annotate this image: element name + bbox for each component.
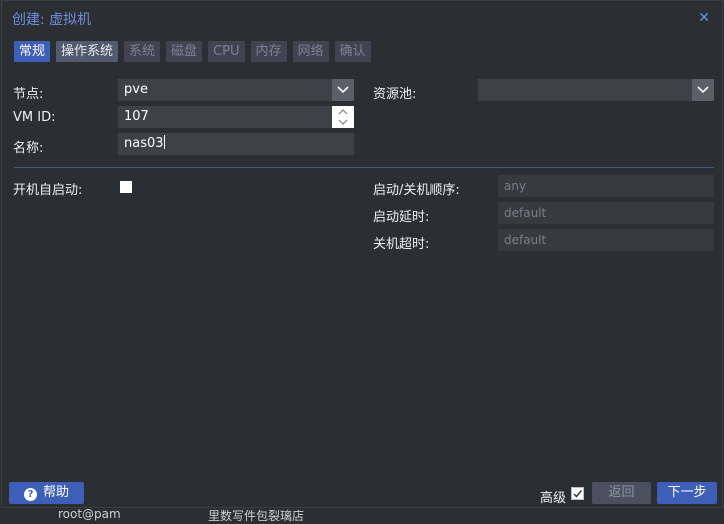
background-misc-text: 里数写件包裂璃店 [208, 509, 305, 523]
vmid-label: VM ID: [13, 110, 56, 125]
node-label: 节点: [13, 87, 44, 102]
pool-select[interactable] [478, 79, 714, 101]
node-value: pve [124, 82, 148, 97]
autostart-label: 开机自启动: [13, 183, 83, 198]
order-placeholder: any [504, 179, 527, 193]
back-button[interactable]: 返回 [592, 482, 651, 504]
advanced-checkbox[interactable] [571, 487, 584, 500]
vmid-value: 107 [124, 109, 149, 124]
next-button[interactable]: 下一步 [657, 482, 717, 504]
dialog-titlebar: 创建: 虚拟机 ✕ [2, 1, 722, 35]
dialog-footer: ? 帮助 高级 返回 下一步 [2, 477, 722, 509]
shutdown-timeout-placeholder: default [504, 233, 547, 247]
tab-cpu: CPU [208, 41, 245, 62]
create-vm-dialog: 创建: 虚拟机 ✕ 常规 操作系统 系统 磁盘 CPU 内存 网络 确认 节点:… [1, 0, 723, 508]
help-label: 帮助 [42, 485, 69, 500]
text-cursor [163, 135, 165, 149]
tab-memory: 内存 [250, 41, 287, 62]
tab-system: 系统 [124, 41, 161, 62]
close-icon[interactable]: ✕ [698, 10, 710, 26]
node-select[interactable]: pve [118, 79, 354, 101]
chevron-down-icon[interactable] [332, 79, 354, 101]
shutdown-timeout-input[interactable]: default [498, 229, 714, 251]
tab-network: 网络 [292, 41, 329, 62]
checkmark-icon [573, 490, 583, 498]
order-input[interactable]: any [498, 175, 714, 197]
pool-label: 资源池: [373, 87, 417, 102]
startup-delay-label: 启动延时: [373, 210, 430, 225]
advanced-label: 高级 [540, 491, 567, 506]
tab-confirm: 确认 [334, 41, 371, 62]
next-label: 下一步 [667, 485, 707, 500]
tab-os[interactable]: 操作系统 [56, 41, 119, 62]
spinner-arrows-icon[interactable] [332, 106, 354, 128]
question-icon: ? [23, 488, 37, 501]
shutdown-timeout-label: 关机超时: [373, 237, 430, 252]
autostart-checkbox[interactable] [120, 181, 132, 193]
order-label: 启动/关机顺序: [373, 183, 460, 198]
help-button[interactable]: ? 帮助 [9, 482, 84, 504]
chevron-down-icon[interactable] [692, 79, 714, 101]
section-divider [14, 167, 714, 168]
dialog-title: 创建: 虚拟机 [12, 12, 92, 28]
name-input[interactable]: nas03 [118, 133, 354, 155]
background-user-text: root@pam [58, 507, 121, 521]
startup-delay-placeholder: default [504, 206, 547, 220]
tab-general[interactable]: 常规 [14, 41, 51, 62]
startup-delay-input[interactable]: default [498, 202, 714, 224]
wizard-tabs: 常规 操作系统 系统 磁盘 CPU 内存 网络 确认 [14, 41, 371, 62]
name-value: nas03 [124, 136, 164, 151]
name-label: 名称: [13, 141, 44, 156]
back-label: 返回 [608, 485, 635, 500]
vmid-input[interactable]: 107 [118, 106, 354, 128]
tab-disks: 磁盘 [166, 41, 203, 62]
